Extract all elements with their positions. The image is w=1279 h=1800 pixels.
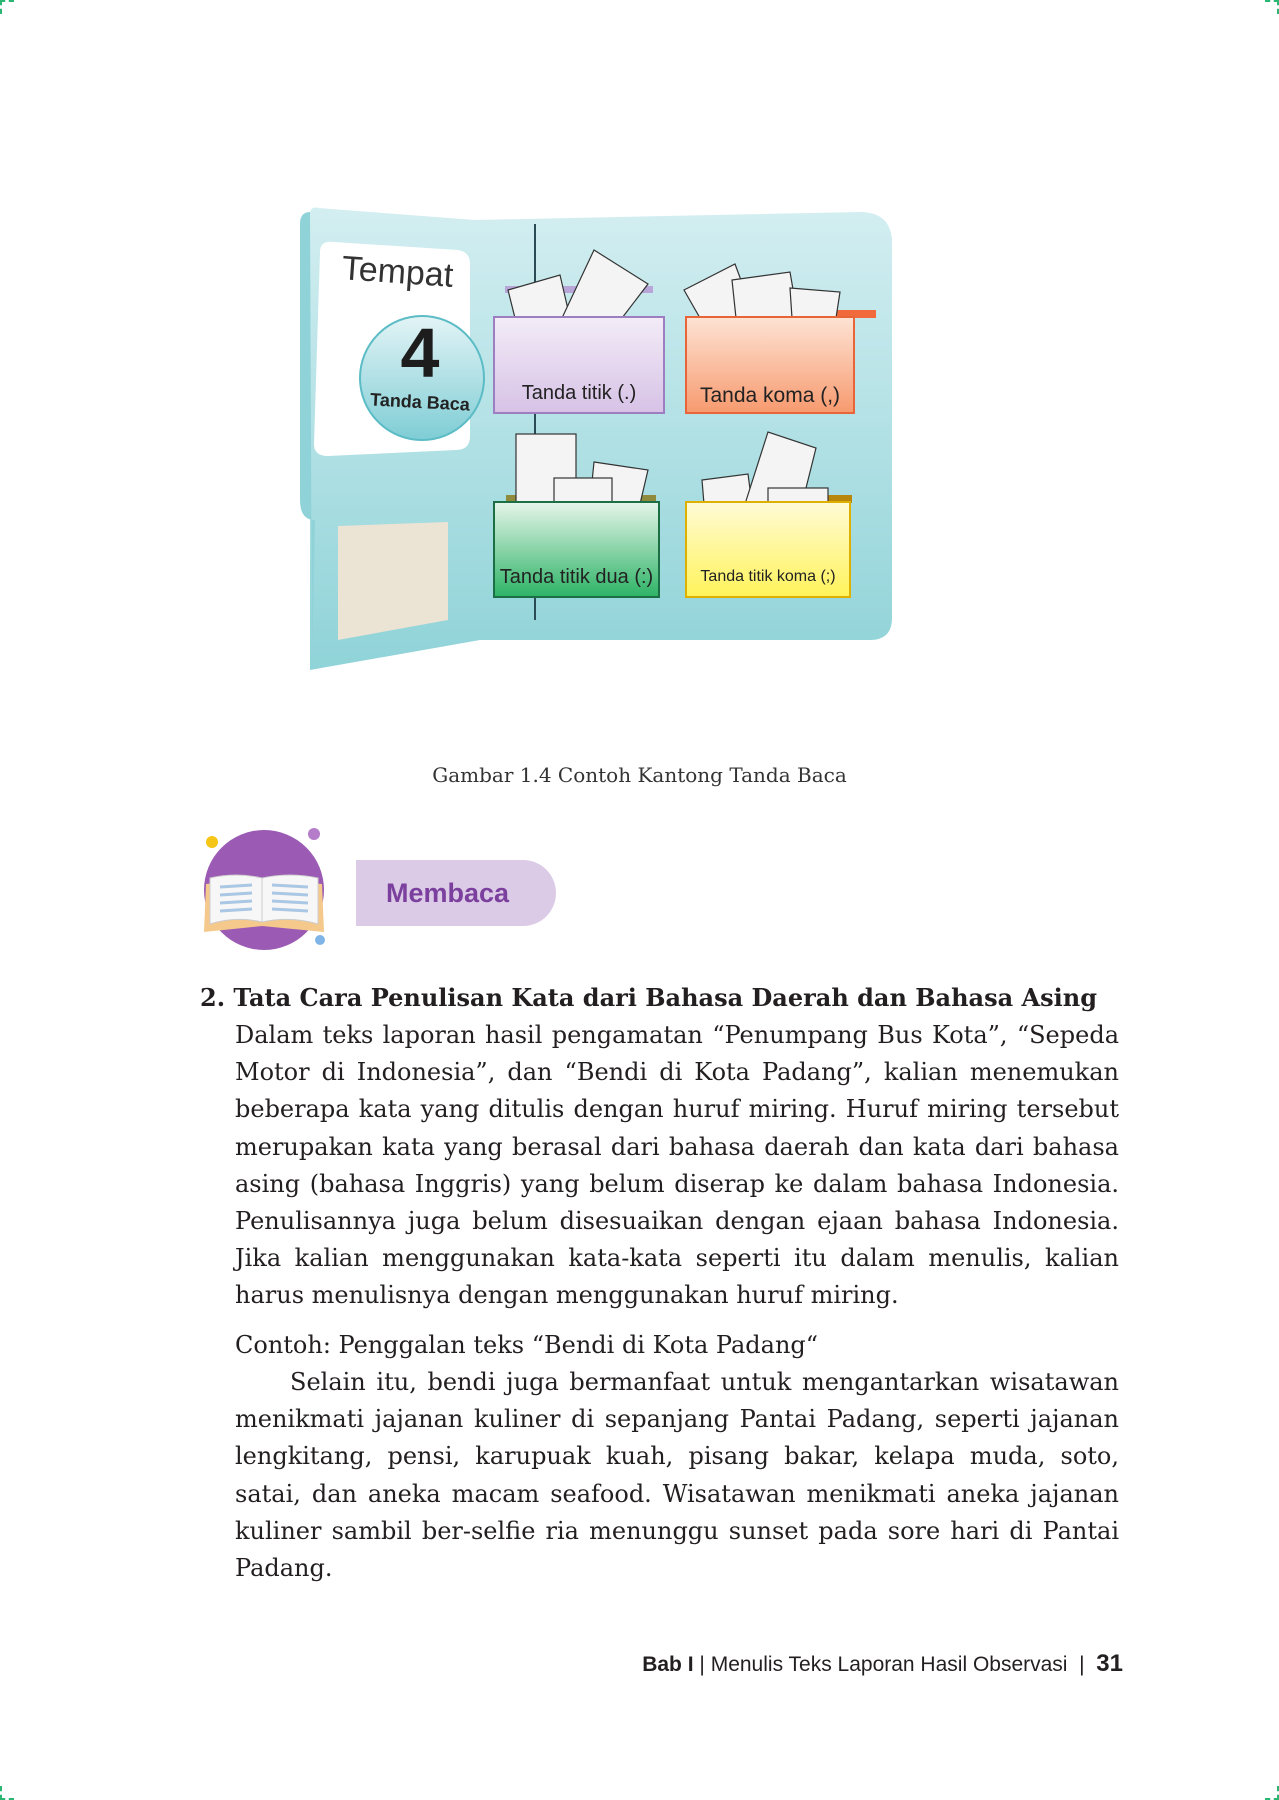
section-title: 2. Tata Cara Penulisan Kata dari Bahasa …: [200, 983, 1097, 1012]
example-text: Selain itu, bendi juga bermanfaat untuk …: [235, 1368, 1119, 1583]
beige-pocket: [338, 522, 448, 640]
footer-separator: |: [1079, 1653, 1085, 1676]
footer-separator: |: [699, 1653, 705, 1676]
crop-mark-top-left: [0, 0, 14, 14]
footer-chapter: Bab I: [642, 1653, 694, 1676]
pocket-label-titik-dua: Tanda titik dua (:): [499, 566, 654, 588]
footer-title: Menulis Teks Laporan Hasil Observasi: [710, 1653, 1068, 1676]
page-footer: Bab I | Menulis Teks Laporan Hasil Obser…: [642, 1650, 1123, 1678]
section-paragraph: Dalam teks laporan hasil pengamatan “Pen…: [235, 1021, 1119, 1310]
crop-mark-top-right: [1265, 0, 1279, 14]
open-book-icon: [198, 822, 328, 952]
punctuation-pocket-figure: Tempat 4 Tanda Baca Tanda titik (.) Tand…: [300, 200, 1020, 780]
crop-mark-bottom-left: [0, 1786, 14, 1800]
pocket-label-koma: Tanda koma (,): [699, 384, 841, 407]
card-number: 4: [400, 314, 440, 392]
page-number: 31: [1096, 1650, 1123, 1677]
crop-mark-bottom-right: [1265, 1786, 1279, 1800]
membaca-label: Membaca: [356, 860, 556, 926]
pocket-label-titik-koma: Tanda titik koma (;): [700, 568, 836, 585]
example-label: Contoh: Penggalan teks “Bendi di Kota Pa…: [235, 1331, 819, 1359]
figure-caption: Gambar 1.4 Contoh Kantong Tanda Baca: [432, 763, 847, 787]
pocket-label-titik: Tanda titik (.): [521, 382, 637, 404]
